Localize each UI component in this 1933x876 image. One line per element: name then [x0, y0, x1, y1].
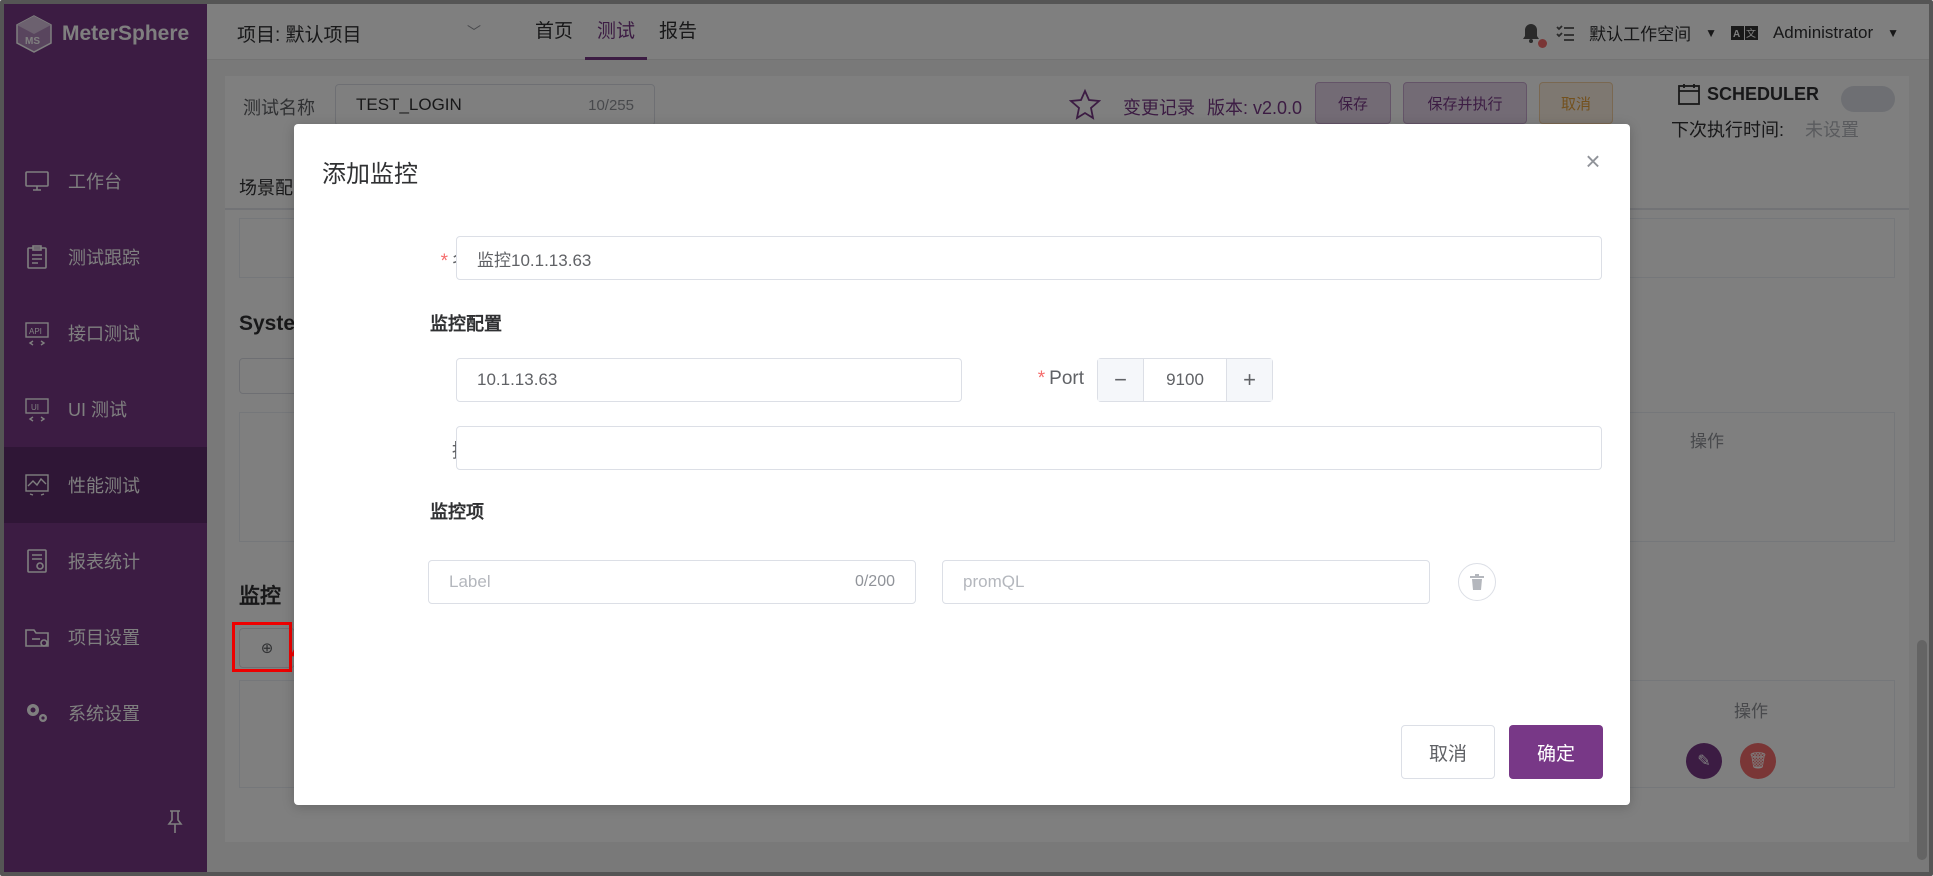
- port-label-text: Port: [1049, 368, 1084, 389]
- confirm-button[interactable]: 确定: [1509, 725, 1603, 779]
- trash-icon: [1470, 574, 1484, 590]
- close-icon[interactable]: ×: [1582, 148, 1604, 174]
- config-section-title: 监控配置: [430, 314, 502, 334]
- dialog-title: 添加监控: [322, 161, 418, 188]
- annotation-highlight-box: [232, 622, 292, 672]
- ip-input[interactable]: 10.1.13.63: [456, 358, 962, 402]
- app-window: MS MeterSphere 工作台 测试跟踪 API 接口测试 UI UI 测…: [0, 0, 1933, 876]
- description-input[interactable]: [456, 426, 1602, 470]
- increment-button[interactable]: +: [1226, 359, 1272, 401]
- port-stepper[interactable]: − 9100 +: [1097, 358, 1273, 402]
- ip-input-value: 10.1.13.63: [477, 370, 558, 389]
- delete-item-button[interactable]: [1458, 563, 1496, 601]
- decrement-button[interactable]: −: [1098, 359, 1144, 401]
- cancel-button[interactable]: 取消: [1401, 725, 1495, 779]
- name-input-value: 监控10.1.13.63: [477, 250, 592, 270]
- label-input[interactable]: Label 0/200: [428, 560, 916, 604]
- label-char-count: 0/200: [854, 573, 895, 590]
- name-input[interactable]: 监控10.1.13.63: [456, 236, 1602, 280]
- promql-placeholder: promQL: [963, 572, 1025, 591]
- port-label: * Port: [1037, 368, 1084, 389]
- port-value[interactable]: 9100: [1144, 359, 1226, 401]
- label-placeholder: Label: [449, 572, 491, 591]
- promql-input[interactable]: promQL: [942, 560, 1430, 604]
- add-monitor-dialog: 添加监控 × *名称 监控10.1.13.63 监控配置 *IP 10.1.13…: [294, 124, 1630, 805]
- items-section-title: 监控项: [430, 502, 484, 522]
